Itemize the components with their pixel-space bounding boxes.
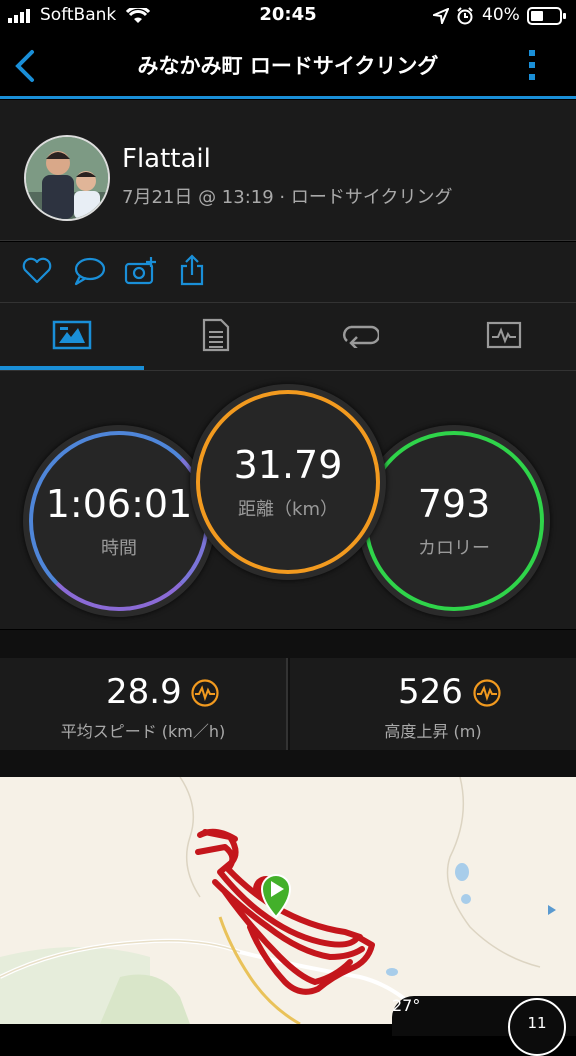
metric-divider — [286, 658, 288, 750]
distance-value: 31.79 — [233, 443, 343, 487]
details-icon — [202, 318, 230, 352]
divider — [0, 240, 576, 241]
nav-underline — [0, 96, 576, 99]
overview-icon — [52, 320, 92, 350]
time-ring[interactable]: 1:06:01 時間 — [29, 431, 209, 611]
elevation-gain-card[interactable]: 526 高度上昇 (m) — [290, 658, 576, 750]
weather-wind-badge: 11 — [508, 998, 566, 1056]
page-title: みなかみ町 ロードサイクリング — [137, 54, 439, 78]
comment-icon[interactable] — [73, 256, 105, 286]
tab-overview[interactable] — [0, 303, 144, 367]
share-icon[interactable] — [179, 254, 205, 286]
location-arrow-icon — [433, 8, 449, 24]
laps-icon — [342, 325, 379, 348]
add-photo-icon[interactable] — [124, 256, 158, 286]
tab-details[interactable] — [144, 303, 288, 367]
calories-label: カロリー — [418, 538, 490, 559]
status-bar: SoftBank 20:45 40% — [0, 0, 576, 32]
elevation-gain-value: 526 — [398, 672, 463, 712]
avatar-photo — [26, 137, 108, 219]
avg-speed-value: 28.9 — [106, 672, 182, 712]
route-map[interactable] — [0, 777, 576, 1024]
avatar[interactable] — [24, 135, 110, 221]
alarm-icon — [457, 7, 473, 25]
more-options-icon[interactable] — [526, 48, 538, 82]
weather-badge-value: 11 — [527, 1014, 547, 1032]
activity-date-type: 7月21日 @ 13:19 · ロードサイクリング — [122, 187, 453, 208]
charts-icon — [486, 321, 522, 349]
training-pulse-icon — [191, 679, 219, 707]
user-name[interactable]: Flattail — [122, 144, 211, 174]
calories-ring[interactable]: 793 カロリー — [364, 431, 544, 611]
tab-laps[interactable] — [288, 303, 432, 367]
time-label: 時間 — [101, 538, 137, 559]
distance-label: 距離（km） — [238, 499, 338, 520]
map-canvas — [0, 777, 576, 1024]
like-heart-icon[interactable] — [22, 256, 52, 284]
weather-temp: 27° — [392, 996, 421, 1015]
navigation-bar: みなかみ町 ロードサイクリング — [0, 32, 576, 98]
tab-charts[interactable] — [432, 303, 576, 367]
training-pulse-icon — [473, 679, 501, 707]
elevation-gain-label: 高度上昇 (m) — [384, 722, 482, 741]
battery-percent: 40% — [482, 5, 520, 25]
distance-ring[interactable]: 31.79 距離（km） — [196, 390, 380, 574]
calories-value: 793 — [417, 482, 491, 526]
time-value: 1:06:01 — [45, 482, 193, 526]
avg-speed-card[interactable]: 28.9 平均スピード (km／h) — [0, 658, 286, 750]
avg-speed-label: 平均スピード (km／h) — [60, 722, 226, 741]
battery-icon — [527, 7, 566, 25]
